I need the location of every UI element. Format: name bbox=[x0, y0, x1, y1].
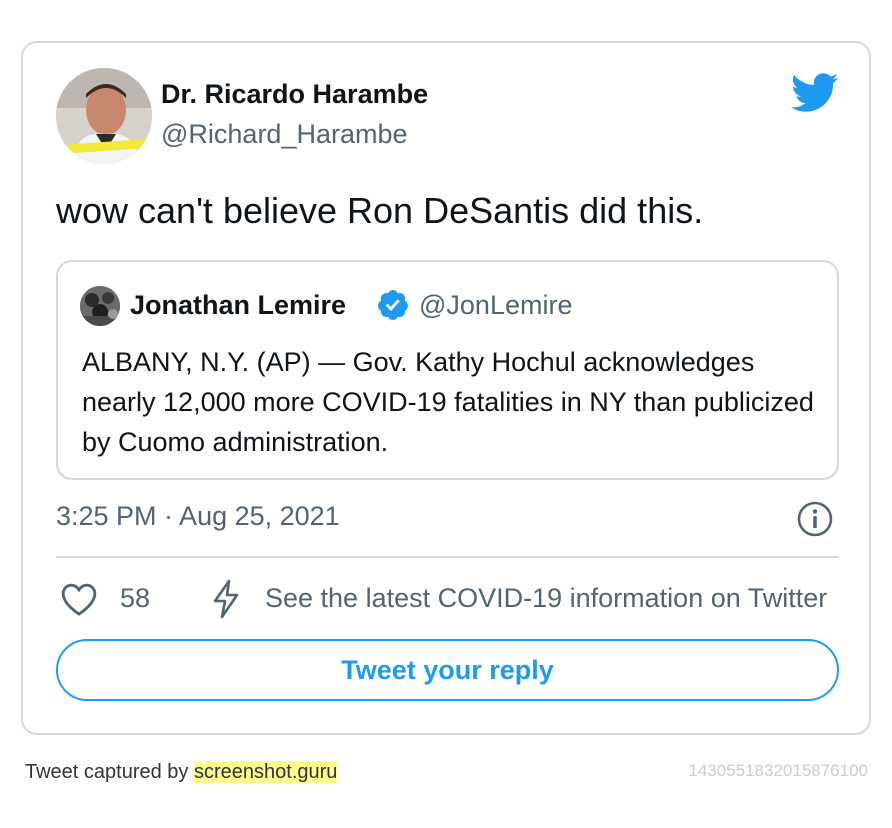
twitter-bird-icon[interactable] bbox=[791, 73, 839, 113]
tweet-card: Dr. Ricardo Harambe @Richard_Harambe wow… bbox=[21, 41, 871, 735]
screenshot-guru-link[interactable]: screenshot.guru bbox=[193, 761, 338, 783]
divider bbox=[56, 556, 839, 558]
like-count[interactable]: 58 bbox=[120, 583, 150, 614]
tweet-id: 1430551832015876100 bbox=[688, 761, 868, 780]
author-display-name[interactable]: Dr. Ricardo Harambe bbox=[161, 79, 428, 110]
quoted-tweet-text: ALBANY, N.Y. (AP) — Gov. Kathy Hochul ac… bbox=[82, 347, 814, 457]
quoted-author-handle[interactable]: @JonLemire bbox=[419, 290, 572, 321]
tweet-timestamp[interactable]: 3:25 PM · Aug 25, 2021 bbox=[56, 501, 340, 532]
author-handle[interactable]: @Richard_Harambe bbox=[161, 119, 408, 150]
lightning-bolt-icon[interactable] bbox=[210, 579, 242, 619]
tweet-text: wow can't believe Ron DeSantis did this. bbox=[56, 190, 704, 231]
capture-credit-prefix: Tweet captured by bbox=[25, 761, 194, 783]
covid-info-link[interactable]: See the latest COVID-19 information on T… bbox=[265, 583, 835, 614]
info-icon[interactable] bbox=[796, 500, 834, 538]
quoted-author-display-name[interactable]: Jonathan Lemire bbox=[130, 290, 346, 321]
author-avatar[interactable] bbox=[56, 68, 152, 164]
tweet-your-reply-button[interactable]: Tweet your reply bbox=[56, 639, 839, 701]
quoted-author-avatar[interactable] bbox=[80, 286, 120, 326]
heart-icon[interactable] bbox=[60, 581, 98, 617]
quoted-tweet[interactable]: Jonathan Lemire @JonLemire ALBANY, N.Y. … bbox=[56, 260, 839, 480]
verified-badge-icon bbox=[376, 288, 410, 322]
capture-credit: Tweet captured by screenshot.guru bbox=[25, 761, 338, 784]
